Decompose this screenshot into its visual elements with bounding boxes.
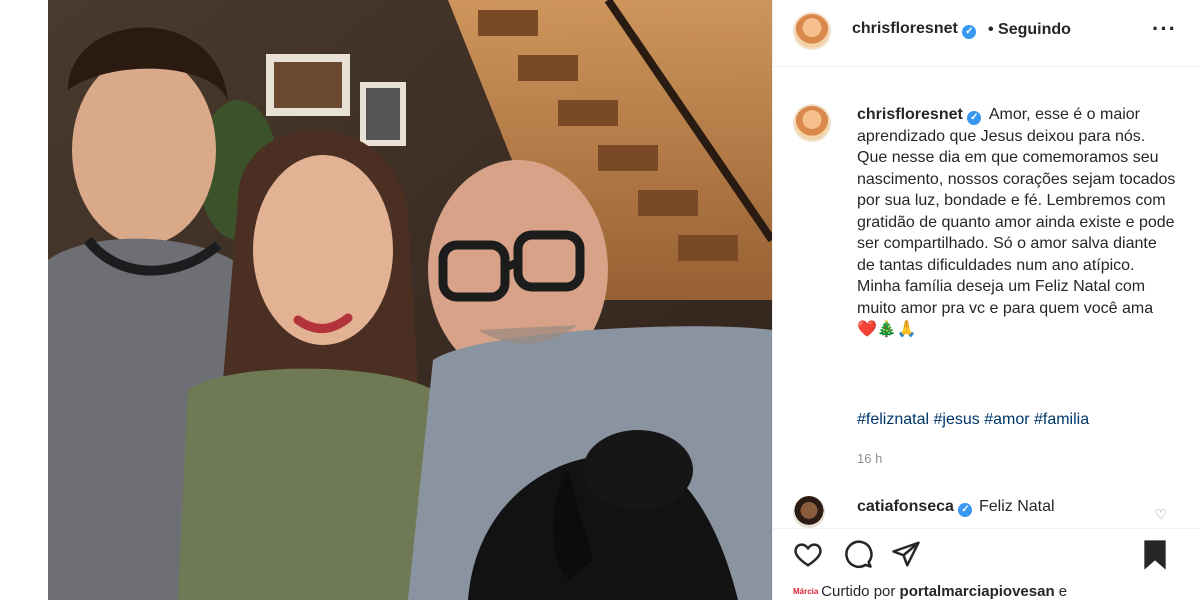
commenter-username-text[interactable]: catiafonseca	[857, 498, 954, 515]
author-avatar[interactable]	[793, 12, 831, 50]
caption-text: Amor, esse é o maior aprendizado que Jes…	[857, 106, 1176, 338]
comment-bubble-icon[interactable]	[843, 539, 873, 569]
share-paper-plane-icon[interactable]	[891, 539, 921, 569]
verified-badge-icon: ✓	[958, 503, 973, 517]
liked-by-line: Márcia Curtido por portalmarciapiovesan …	[793, 583, 1067, 600]
commenter-avatar[interactable]	[793, 496, 825, 528]
more-options-icon[interactable]: ···	[1152, 16, 1177, 42]
liked-by-prefix: Curtido por	[821, 583, 896, 600]
caption-avatar[interactable]	[793, 104, 831, 142]
family-photo-illustration	[48, 0, 772, 600]
post-caption: chrisfloresnet ✓ Amor, esse é o maior ap…	[857, 104, 1177, 341]
like-heart-icon[interactable]	[793, 539, 823, 569]
caption-username-text[interactable]: chrisfloresnet	[857, 106, 963, 123]
comment-like-heart-icon[interactable]: ♡	[1154, 506, 1167, 523]
post-side-panel: chrisfloresnet ✓ • Seguindo ··· chrisflo…	[772, 0, 1200, 600]
hashtags[interactable]: #feliznatal #jesus #amor #familia	[857, 411, 1089, 429]
save-bookmark-icon[interactable]	[1141, 539, 1169, 571]
commenter-username[interactable]: catiafonseca ✓	[857, 498, 973, 517]
verified-badge-icon: ✓	[962, 25, 977, 39]
comment-text: Feliz Natal	[979, 498, 1055, 515]
liker-mini-logo[interactable]: Márcia	[793, 587, 818, 599]
follow-status-text[interactable]: Seguindo	[998, 21, 1071, 38]
verified-badge-icon: ✓	[967, 111, 982, 125]
post-photo[interactable]	[48, 0, 772, 600]
author-username[interactable]: chrisfloresnet ✓	[852, 20, 977, 39]
post-timestamp[interactable]: 16 h	[857, 451, 882, 466]
caption-username[interactable]: chrisfloresnet ✓	[857, 106, 982, 125]
comment-row: catiafonseca ✓ Feliz Natal ♡	[773, 490, 1200, 528]
author-username-text[interactable]: chrisfloresnet	[852, 20, 958, 37]
follow-status[interactable]: • Seguindo	[988, 21, 1071, 39]
action-bar	[773, 528, 1200, 579]
liked-by-user[interactable]: portalmarciapiovesan	[900, 583, 1055, 600]
post-header: chrisfloresnet ✓ • Seguindo ···	[773, 0, 1200, 67]
liked-by-suffix: e	[1058, 583, 1068, 600]
